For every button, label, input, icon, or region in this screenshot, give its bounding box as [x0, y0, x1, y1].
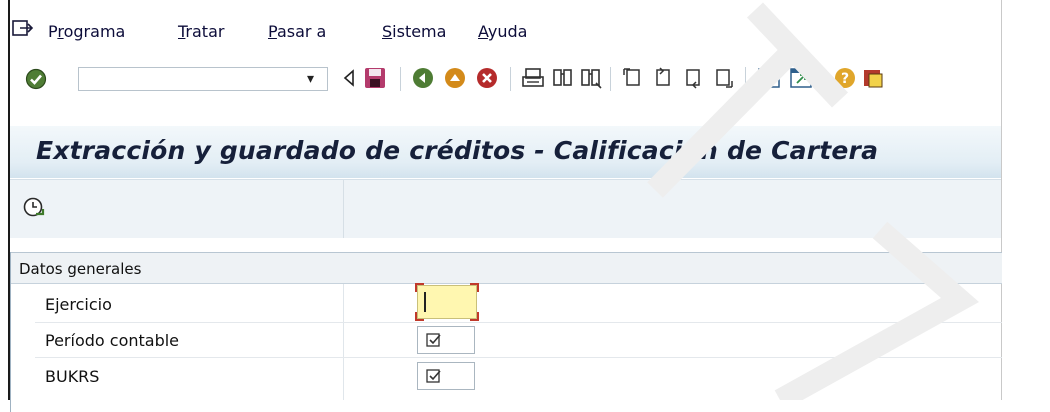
field-label-periodo-contable: Período contable [45, 331, 180, 350]
create-session-icon[interactable] [756, 65, 782, 91]
required-marker [415, 283, 424, 292]
group-header: Datos generales [11, 252, 1002, 284]
toolbar-separator [745, 67, 746, 91]
find-icon[interactable] [550, 65, 576, 91]
execute-clock-icon[interactable] [21, 195, 47, 221]
title-bar: Extracción y guardado de créditos - Cali… [10, 126, 1001, 178]
menu-item-programa[interactable]: Programa [48, 22, 125, 41]
page-title: Extracción y guardado de créditos - Cali… [36, 136, 879, 165]
back-icon[interactable] [410, 65, 436, 91]
standard-toolbar: ▾ ? [10, 60, 1001, 120]
cancel-icon[interactable] [474, 65, 500, 91]
command-field[interactable]: ▾ [78, 67, 328, 91]
menu-item-sistema[interactable]: Sistema [382, 22, 446, 41]
next-page-icon[interactable] [680, 65, 706, 91]
first-page-icon[interactable] [620, 65, 646, 91]
field-label-ejercicio: Ejercicio [45, 295, 112, 314]
menu-entry-icon[interactable] [12, 20, 34, 38]
application-toolbar [10, 179, 1001, 239]
periodo-contable-checkbox[interactable] [417, 326, 475, 354]
checkbox-checked-icon [426, 333, 441, 347]
toolbar-separator [822, 67, 823, 91]
required-marker [470, 312, 479, 321]
save-icon[interactable] [362, 65, 388, 91]
required-marker [415, 312, 424, 321]
selection-screen: Datos generales Ejercicio Período contab… [10, 238, 1002, 412]
checkbox-checked-icon [426, 369, 441, 383]
ejercicio-input[interactable] [415, 283, 479, 321]
svg-text:?: ? [841, 71, 849, 87]
toolbar-separator [400, 67, 401, 91]
text-cursor [424, 292, 426, 312]
print-icon[interactable] [520, 65, 546, 91]
toolbar-divider [343, 180, 344, 238]
last-page-icon[interactable] [710, 65, 736, 91]
chevron-down-icon[interactable]: ▾ [307, 71, 314, 87]
required-marker [470, 283, 479, 292]
group-title: Datos generales [19, 260, 142, 278]
toolbar-separator [510, 67, 511, 91]
field-label-bukrs: BUKRS [45, 367, 100, 386]
menu-item-ayuda[interactable]: Ayuda [478, 22, 527, 41]
enter-check-icon[interactable] [24, 67, 48, 91]
row-divider [35, 357, 1002, 358]
help-icon[interactable]: ? [832, 65, 858, 91]
find-next-icon[interactable] [578, 65, 604, 91]
customize-layout-icon[interactable] [860, 65, 886, 91]
menu-item-tratar[interactable]: Tratar [178, 22, 224, 41]
shortcut-icon[interactable] [788, 65, 814, 91]
group-datos-generales: Datos generales Ejercicio Período contab… [10, 252, 1002, 412]
menu-item-pasar-a[interactable]: Pasar a [268, 22, 326, 41]
collapse-arrow-icon[interactable] [340, 65, 358, 91]
bukrs-checkbox[interactable] [417, 362, 475, 390]
row-divider [35, 322, 1002, 323]
toolbar-separator [610, 67, 611, 91]
previous-page-icon[interactable] [650, 65, 676, 91]
menu-bar: Programa Tratar Pasar a Sistema Ayuda [10, 0, 1001, 50]
exit-icon[interactable] [442, 65, 468, 91]
